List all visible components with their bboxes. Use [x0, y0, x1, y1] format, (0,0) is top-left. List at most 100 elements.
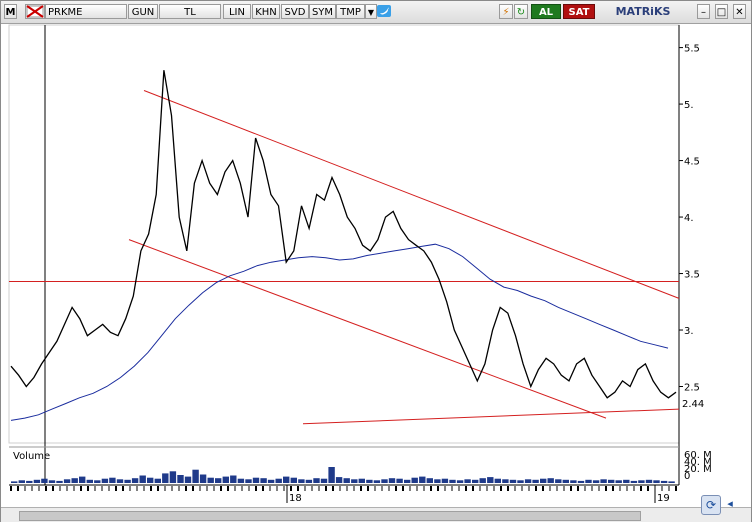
volume-bar	[63, 479, 71, 483]
volume-bar	[373, 480, 381, 483]
matriks-logo-button[interactable]: M	[4, 4, 17, 19]
volume-bar	[260, 478, 267, 483]
volume-bar	[434, 479, 441, 483]
volume-bar	[298, 479, 305, 483]
volume-bar	[56, 480, 63, 483]
volume-bar	[381, 479, 388, 483]
volume-bar	[351, 479, 358, 483]
volume-bar	[419, 476, 426, 483]
volume-bar	[313, 478, 320, 483]
volume-bar	[192, 469, 199, 483]
toolbar: M PRKME GUN TL LIN KHN SVD SYM TMP ▼ ⚡ ↻…	[1, 1, 751, 24]
tmp-button[interactable]: TMP	[336, 4, 365, 19]
volume-bar	[441, 478, 449, 483]
volume-bar	[245, 479, 252, 483]
bolt-icon[interactable]: ⚡	[499, 4, 513, 19]
volume-bar	[26, 480, 33, 483]
last-price-label: 2.44	[682, 399, 704, 410]
volume-bar	[577, 480, 585, 483]
volume-bar	[124, 479, 131, 483]
volume-bar	[275, 478, 282, 483]
volume-bar	[11, 481, 18, 483]
period-button[interactable]: GUN	[128, 4, 158, 19]
volume-bar	[184, 476, 192, 483]
maximize-button[interactable]: □	[715, 4, 728, 19]
volume-bar	[237, 478, 245, 483]
horizontal-scrollbar[interactable]	[1, 507, 751, 522]
volume-bar	[328, 467, 335, 483]
volume-bar	[509, 479, 517, 483]
volume-bar	[169, 471, 177, 483]
volume-bar	[487, 477, 494, 483]
sync-icon[interactable]: ⟳	[701, 495, 721, 515]
volume-bar	[645, 479, 653, 483]
volume-bar	[600, 479, 607, 483]
volume-bar	[426, 478, 433, 483]
volume-bar	[592, 480, 600, 483]
volume-bar	[404, 479, 411, 483]
twitter-icon[interactable]	[377, 4, 391, 19]
buy-button[interactable]: AL	[531, 4, 561, 19]
volume-bar	[411, 477, 418, 483]
price-chart[interactable]: 5.5 5. 4.5 4. 3.5 3. 2.5 2.44 Volume 60. M40. …	[1, 23, 751, 507]
refresh-icon[interactable]: ↻	[514, 4, 528, 19]
volume-tick-label: 0	[684, 471, 690, 482]
volume-label: Volume	[13, 451, 50, 462]
volume-bar	[343, 478, 350, 483]
y-tick-label: 2.5	[684, 383, 700, 394]
volume-bar	[305, 479, 313, 483]
sym-button[interactable]: SYM	[309, 4, 336, 19]
volume-bar	[131, 478, 139, 483]
symbol-field[interactable]: PRKME	[45, 4, 127, 19]
volume-bar	[41, 478, 48, 483]
scroll-thumb[interactable]	[19, 511, 641, 521]
volume-bar	[79, 476, 86, 483]
volume-bar	[101, 478, 109, 483]
volume-bar	[154, 478, 161, 483]
volume-bar	[147, 477, 154, 483]
volume-bar	[177, 475, 184, 483]
y-tick-label: 3.5	[684, 270, 700, 281]
volume-bar	[638, 480, 645, 483]
brand-label: MATRiKS	[615, 5, 671, 18]
volume-bar	[653, 480, 660, 483]
sell-button[interactable]: SAT	[563, 4, 595, 19]
volume-bar	[479, 478, 486, 483]
currency-button[interactable]: TL	[159, 4, 221, 19]
volume-bar	[456, 480, 464, 483]
svd-button[interactable]: SVD	[281, 4, 309, 19]
volume-bar	[207, 477, 214, 483]
y-tick-label: 5.5	[684, 44, 700, 55]
x-tick-18: 18	[289, 493, 302, 504]
y-axis-ticks: 5.5 5. 4.5 4. 3.5 3. 2.5	[679, 44, 700, 394]
chart-window: M PRKME GUN TL LIN KHN SVD SYM TMP ▼ ⚡ ↻…	[0, 0, 752, 522]
volume-bar	[623, 479, 630, 483]
x-axis-minor-ticks	[10, 485, 677, 503]
volume-bar	[33, 479, 41, 483]
volume-bar	[283, 476, 290, 483]
khn-button[interactable]: KHN	[252, 4, 280, 19]
volume-bar	[615, 480, 622, 483]
flag-icon[interactable]	[25, 4, 45, 19]
volume-bar	[71, 478, 78, 483]
close-button[interactable]: ✕	[733, 4, 746, 19]
volume-axis-ticks: 60. M40. M20. M0	[684, 450, 712, 482]
volume-bar	[86, 479, 93, 483]
volume-bar	[335, 477, 343, 483]
chevron-down-icon[interactable]: ▼	[365, 4, 377, 19]
plot-area	[8, 24, 680, 444]
volume-bar	[660, 480, 668, 483]
volume-bar	[358, 478, 365, 483]
volume-bar	[320, 478, 328, 483]
arrow-icon[interactable]: ◂	[723, 497, 737, 511]
y-tick-label: 3.	[684, 326, 694, 337]
minimize-button[interactable]: –	[697, 4, 710, 19]
volume-bar	[585, 479, 592, 483]
volume-bar	[94, 480, 101, 483]
volume-bar	[464, 479, 471, 483]
y-tick-label: 5.	[684, 100, 694, 111]
volume-bar	[396, 478, 403, 483]
scale-button[interactable]: LIN	[223, 4, 251, 19]
x-tick-19: 19	[657, 493, 670, 504]
volume-bar	[48, 480, 56, 483]
